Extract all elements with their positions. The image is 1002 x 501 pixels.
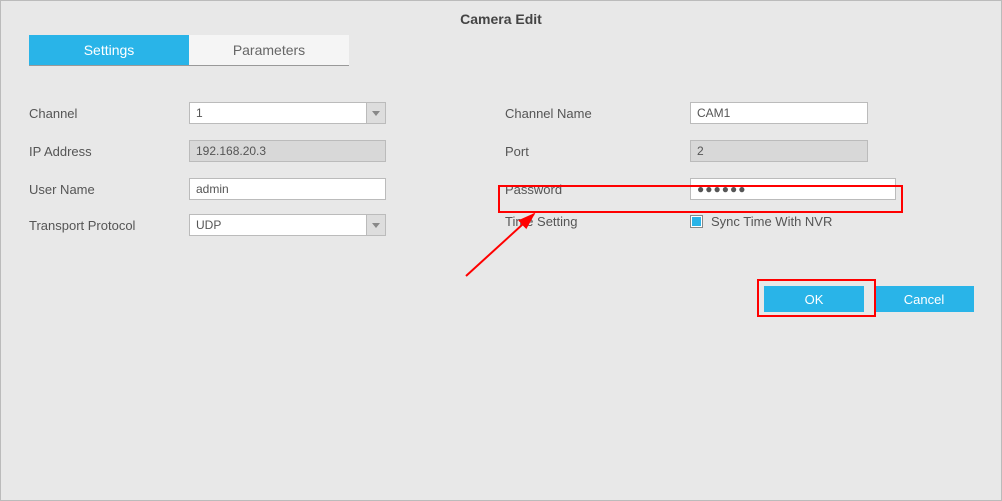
ip-address-label: IP Address [29,144,189,159]
port-label: Port [505,144,690,159]
user-name-input[interactable] [189,178,386,200]
channel-label: Channel [29,106,189,121]
user-name-label: User Name [29,182,189,197]
channel-name-label: Channel Name [505,106,690,121]
port-input [690,140,868,162]
button-bar: OK Cancel [764,286,974,312]
password-label: Password [505,182,690,197]
transport-protocol-value[interactable] [189,214,386,236]
chevron-down-icon[interactable] [366,214,386,236]
tabs: Settings Parameters [29,35,349,66]
dialog-title: Camera Edit [1,1,1001,35]
channel-value[interactable] [189,102,386,124]
transport-protocol-select[interactable] [189,214,386,236]
tab-parameters[interactable]: Parameters [189,35,349,65]
ok-button[interactable]: OK [764,286,864,312]
checkbox-icon[interactable] [690,215,703,228]
ip-address-input [189,140,386,162]
channel-name-input[interactable] [690,102,868,124]
cancel-button[interactable]: Cancel [874,286,974,312]
transport-protocol-label: Transport Protocol [29,218,189,233]
tab-settings[interactable]: Settings [29,35,189,65]
chevron-down-icon[interactable] [366,102,386,124]
sync-time-label: Sync Time With NVR [711,214,832,229]
sync-time-checkbox[interactable]: Sync Time With NVR [690,214,832,229]
time-setting-label: Time Setting [505,214,690,229]
channel-select[interactable] [189,102,386,124]
password-input[interactable] [690,178,896,200]
